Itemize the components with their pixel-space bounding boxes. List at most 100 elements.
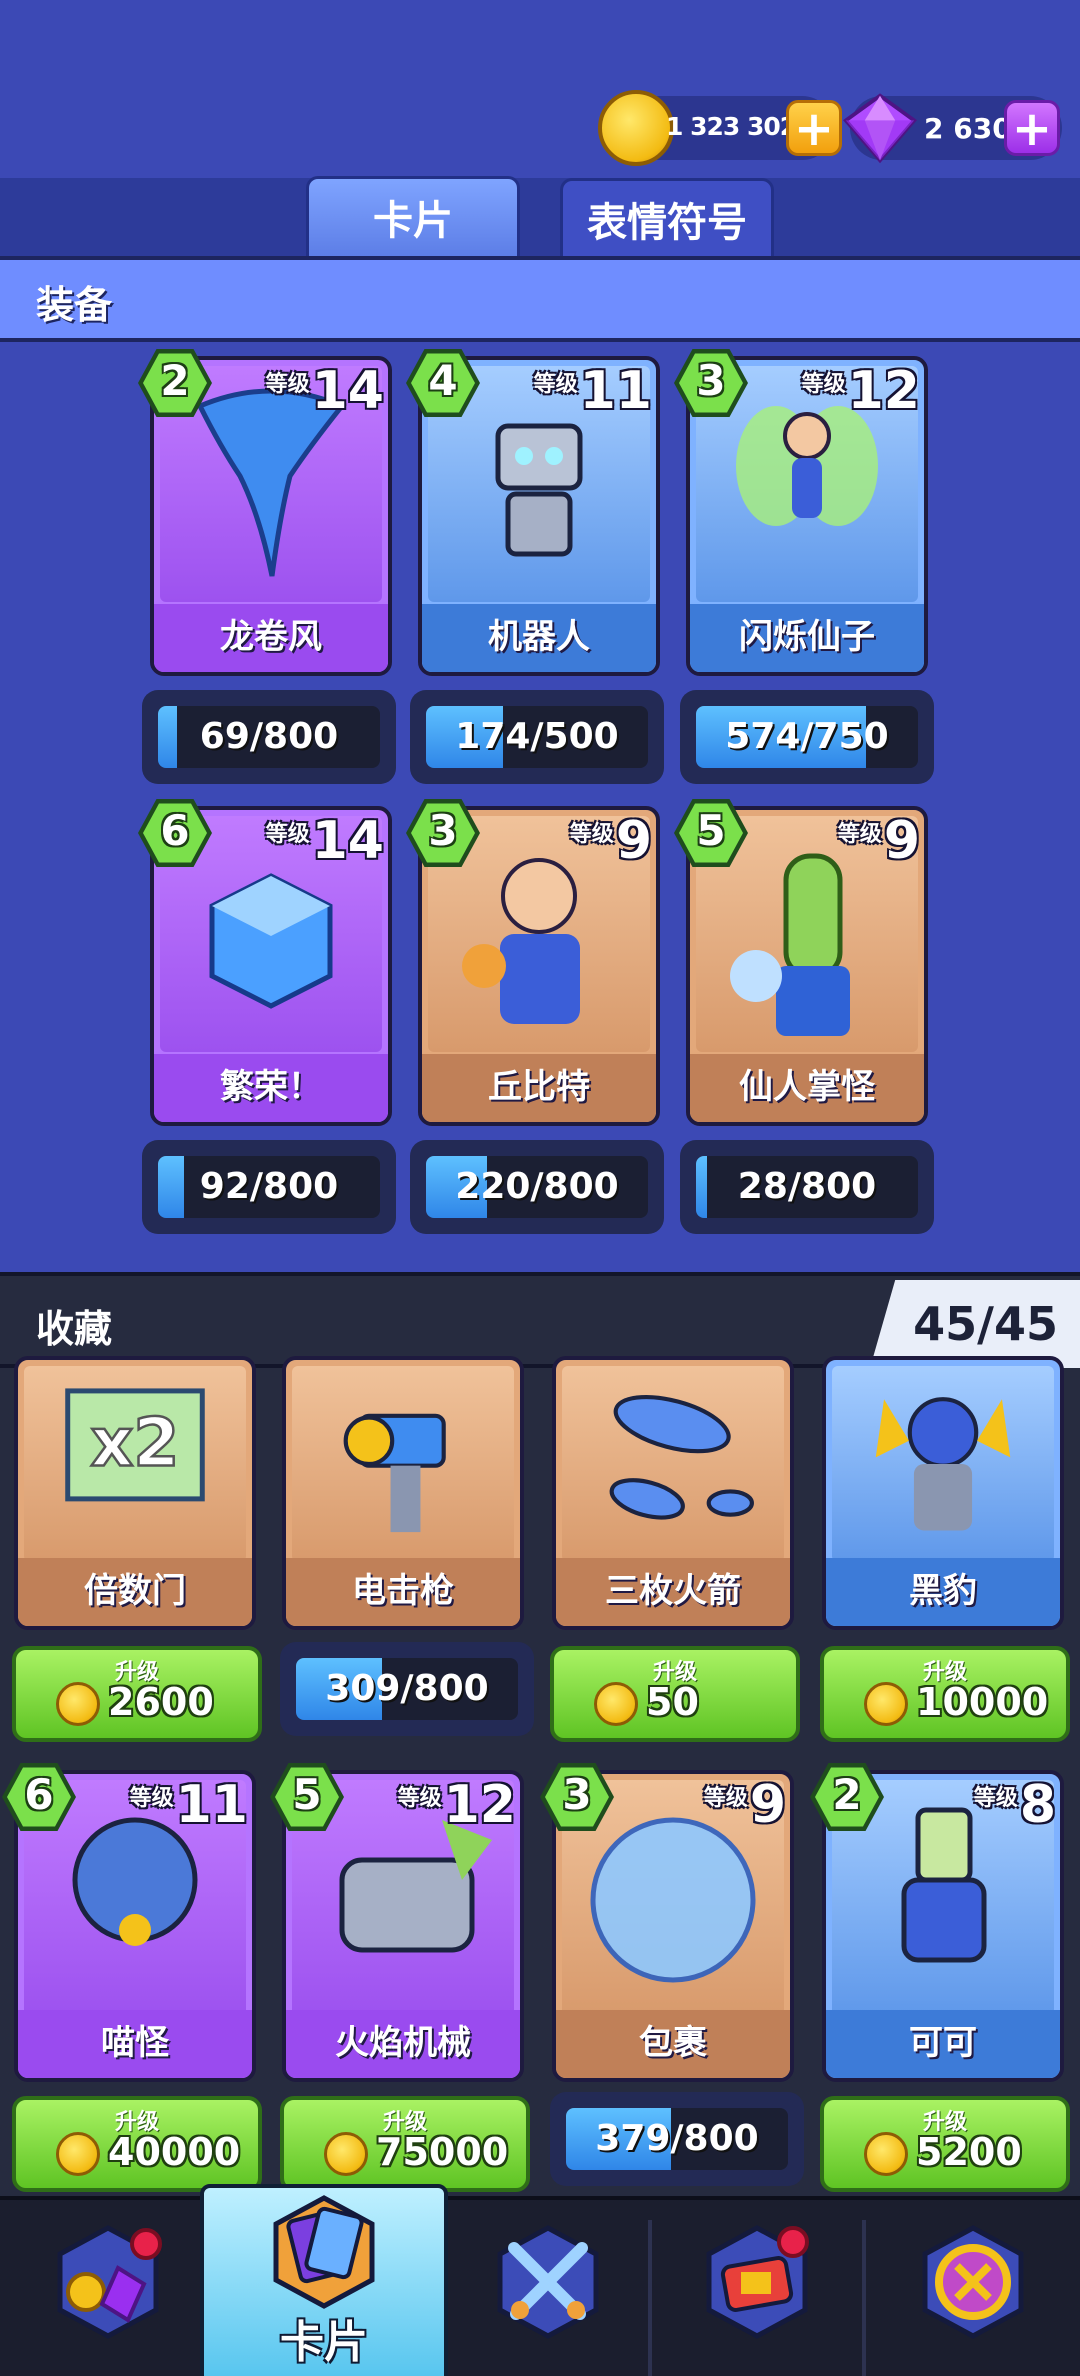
- card-name: 仙人掌怪: [690, 1054, 924, 1122]
- card-name: 黑豹: [826, 1558, 1060, 1626]
- equipment-section-header: 装备: [0, 256, 1080, 342]
- card-progress-bar: 379/800: [550, 2092, 804, 2186]
- card-count: 5: [696, 806, 726, 855]
- coin-amount: 1 323 302: [666, 112, 797, 141]
- card-name: 机器人: [422, 604, 656, 672]
- card-progress-bar: 92/800: [142, 1140, 396, 1234]
- clan-icon: [706, 2225, 809, 2339]
- progress-text: 574/750: [725, 716, 889, 757]
- level-number: 14: [311, 361, 384, 421]
- upgrade-button[interactable]: 升级 75000: [280, 2096, 530, 2192]
- progress-text: 69/800: [199, 716, 339, 757]
- equipment-card[interactable]: 机器人 4 等级11: [406, 348, 660, 676]
- equipment-card[interactable]: 丘比特 3 等级9: [406, 798, 660, 1126]
- card-progress-bar: 174/500: [410, 690, 664, 784]
- progress-text: 309/800: [325, 1668, 489, 1709]
- level-label: 等级: [569, 822, 614, 847]
- progress-text: 379/800: [595, 2118, 759, 2159]
- collection-card[interactable]: 三枚火箭: [552, 1356, 794, 1630]
- level-label: 等级: [397, 1786, 442, 1811]
- level-label: 等级: [533, 372, 578, 397]
- coin-icon: [594, 1682, 638, 1726]
- nav-trophy[interactable]: [866, 2200, 1080, 2376]
- equipment-card[interactable]: 闪烁仙子 3 等级12: [674, 348, 928, 676]
- equipment-card[interactable]: 繁荣！ 6 等级14: [138, 798, 392, 1126]
- collection-card[interactable]: 可可 2 等级8: [810, 1762, 1064, 2082]
- upgrade-button[interactable]: 升级 5200: [820, 2096, 1070, 2192]
- add-gems-button[interactable]: +: [1004, 100, 1060, 156]
- collection-card[interactable]: 黑豹: [822, 1356, 1064, 1630]
- level-label: 等级: [801, 372, 846, 397]
- level-number: 11: [175, 1775, 248, 1835]
- card-level: 等级9: [703, 1779, 786, 1831]
- coin-counter: 1 323 302 +: [598, 90, 842, 166]
- coin-icon: [864, 1682, 908, 1726]
- upgrade-button[interactable]: 升级 2600: [12, 1646, 262, 1742]
- tab-cards[interactable]: 卡片: [306, 176, 520, 258]
- card-count: 2: [832, 1770, 862, 1819]
- gem-counter: 2 630 +: [843, 93, 1062, 164]
- card-art: x2: [24, 1366, 246, 1562]
- card-count: 4: [428, 356, 458, 405]
- bottom-nav: 卡片: [0, 2184, 1080, 2376]
- level-number: 11: [579, 361, 652, 421]
- coin-icon: [56, 1682, 100, 1726]
- upgrade-cost: 5200: [916, 2130, 1022, 2174]
- card-level: 等级11: [533, 365, 652, 417]
- card-count: 6: [160, 806, 190, 855]
- add-coins-button[interactable]: +: [786, 100, 842, 156]
- collection-count: 45/45: [870, 1280, 1080, 1368]
- nav-clan[interactable]: [652, 2200, 862, 2376]
- collection-card[interactable]: 火焰机械 5 等级12: [270, 1762, 524, 2082]
- card-name: 丘比特: [422, 1054, 656, 1122]
- progress-text: 220/800: [455, 1166, 619, 1207]
- battle-icon: [497, 2225, 599, 2339]
- collection-section-title: 收藏: [36, 1307, 113, 1351]
- upgrade-cost: 40000: [108, 2130, 241, 2174]
- nav-shop[interactable]: [0, 2200, 216, 2376]
- trophy-icon: [922, 2225, 1024, 2339]
- level-number: 9: [749, 1775, 786, 1835]
- level-label: 等级: [265, 822, 310, 847]
- progress-text: 92/800: [199, 1166, 339, 1207]
- collection-card[interactable]: 电击枪: [282, 1356, 524, 1630]
- progress-text: 28/800: [737, 1166, 877, 1207]
- card-count: 3: [562, 1770, 592, 1819]
- nav-cards[interactable]: 卡片: [200, 2184, 448, 2376]
- card-art: [562, 1366, 784, 1562]
- card-level: 等级12: [397, 1779, 516, 1831]
- collection-card[interactable]: 包裹 3 等级9: [540, 1762, 794, 2082]
- level-label: 等级: [129, 1786, 174, 1811]
- card-name: 三枚火箭: [556, 1558, 790, 1626]
- card-level: 等级9: [838, 815, 920, 867]
- level-number: 9: [615, 811, 652, 871]
- card-level: 等级14: [265, 815, 384, 867]
- card-name: 繁荣！: [154, 1054, 388, 1122]
- coin-icon: [324, 2132, 368, 2176]
- shop-icon: [57, 2225, 162, 2339]
- gem-icon: [843, 93, 917, 164]
- tab-emotes[interactable]: 表情符号: [560, 178, 774, 260]
- card-progress-bar: 69/800: [142, 690, 396, 784]
- upgrade-cost: 50: [646, 1680, 699, 1724]
- equipment-card[interactable]: 龙卷风 2 等级14: [138, 348, 392, 676]
- card-level: 等级11: [129, 1779, 248, 1831]
- upgrade-button[interactable]: 升级 10000: [820, 1646, 1070, 1742]
- card-progress-bar: 220/800: [410, 1140, 664, 1234]
- level-number: 9: [883, 811, 920, 871]
- level-number: 12: [443, 1775, 516, 1835]
- equipment-card[interactable]: 仙人掌怪 5 等级9: [674, 798, 928, 1126]
- collection-card[interactable]: x2 倍数门: [14, 1356, 256, 1630]
- nav-cards-label: 卡片: [280, 2317, 368, 2368]
- card-name: 火焰机械: [286, 2010, 520, 2078]
- collection-card[interactable]: 喵怪 6 等级11: [2, 1762, 256, 2082]
- coin-icon: [864, 2132, 908, 2176]
- tab-strip: [0, 178, 1080, 258]
- level-label: 等级: [703, 1786, 748, 1811]
- card-name: 倍数门: [18, 1558, 252, 1626]
- card-count: 5: [292, 1770, 322, 1819]
- upgrade-button[interactable]: 升级 40000: [12, 2096, 262, 2192]
- card-art: [292, 1366, 514, 1562]
- nav-battle[interactable]: [448, 2200, 648, 2376]
- upgrade-button[interactable]: 升级 50: [550, 1646, 800, 1742]
